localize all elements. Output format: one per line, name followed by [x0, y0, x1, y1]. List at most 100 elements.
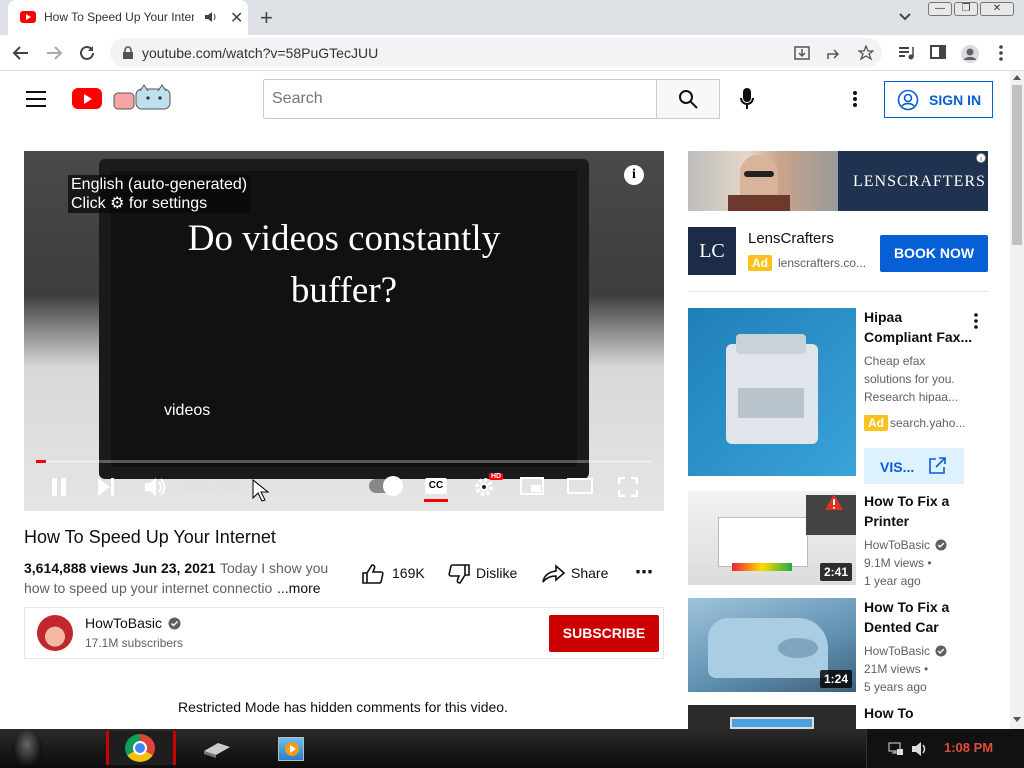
- visit-site-button[interactable]: VIS...: [864, 448, 964, 484]
- ad-banner[interactable]: LENSCRAFTERS: [688, 151, 988, 211]
- video-on-screen-text: Do videos constantly buffer?: [124, 213, 564, 317]
- duration-badge: 2:41: [819, 563, 852, 581]
- profile-avatar-icon[interactable]: [960, 44, 980, 64]
- tab-title: How To Speed Up Your Internet: [44, 10, 194, 24]
- mouse-cursor-icon: [252, 479, 270, 502]
- hamburger-menu-icon[interactable]: [26, 91, 46, 107]
- minimize-button[interactable]: —: [928, 2, 952, 16]
- youtube-favicon-icon: [20, 11, 36, 23]
- search-box[interactable]: [263, 79, 657, 119]
- close-window-button[interactable]: ✕: [980, 2, 1014, 16]
- visit-site-label: VIS...: [880, 459, 915, 475]
- subtitles-button[interactable]: CC: [425, 478, 447, 494]
- page-scrollbar[interactable]: [1010, 71, 1024, 729]
- scrollbar-thumb[interactable]: [1012, 85, 1022, 245]
- divider: [688, 291, 988, 292]
- video-text-line1: Do videos constantly: [187, 218, 501, 259]
- channel-name[interactable]: HowToBasic: [85, 615, 162, 631]
- miniplayer-icon[interactable]: [520, 477, 544, 495]
- taskbar-clock[interactable]: 1:08 PM: [944, 740, 993, 755]
- ad-url: lenscrafters.co...: [778, 256, 867, 270]
- related-views: 21M views •: [864, 662, 929, 676]
- warning-icon: [825, 494, 843, 510]
- ad-advertiser-name[interactable]: LensCrafters: [748, 230, 834, 247]
- address-bar[interactable]: youtube.com/watch?v=58PuGTecJUU: [110, 38, 882, 67]
- captions-notice-line1: English (auto-generated): [71, 176, 248, 193]
- video-text-line2: buffer?: [290, 270, 398, 311]
- start-button[interactable]: [12, 730, 42, 766]
- related-title[interactable]: How To Fix a Printer: [864, 491, 974, 531]
- promo-source: search.yaho...: [890, 416, 966, 430]
- restore-button[interactable]: ❐: [954, 2, 978, 16]
- tab-close-icon[interactable]: ✕: [230, 8, 243, 28]
- description-line1: Today I show you: [220, 560, 329, 576]
- account-circle-icon: [897, 89, 919, 111]
- ad-banner-brand: LENSCRAFTERS: [853, 173, 986, 190]
- related-title[interactable]: How To Fix a Dented Car: [864, 597, 974, 637]
- ad-badge: Ad: [748, 255, 772, 271]
- related-age: 1 year ago: [864, 574, 921, 588]
- autoplay-toggle[interactable]: [369, 476, 403, 496]
- search-input[interactable]: [272, 90, 642, 108]
- info-icon[interactable]: i: [624, 165, 644, 185]
- related-thumbnail[interactable]: [688, 705, 856, 729]
- ad-info-icon[interactable]: [976, 153, 986, 163]
- bookmark-star-icon[interactable]: [858, 45, 874, 61]
- related-thumbnail[interactable]: 1:24: [688, 598, 856, 692]
- more-actions-button[interactable]: ⋯: [635, 562, 653, 583]
- speaker-icon[interactable]: [204, 10, 218, 24]
- microphone-icon[interactable]: [740, 88, 754, 110]
- next-video-icon[interactable]: [97, 478, 115, 496]
- related-channel[interactable]: HowToBasic: [864, 642, 930, 660]
- duration-badge: 1:24: [819, 670, 852, 688]
- time-display: 0:03 / 3:11: [183, 480, 244, 495]
- related-channel[interactable]: HowToBasic: [864, 536, 930, 554]
- install-icon[interactable]: [794, 45, 810, 61]
- taskbar-chrome[interactable]: [106, 731, 176, 765]
- network-icon[interactable]: [888, 741, 904, 757]
- forward-arrow-icon[interactable]: [45, 44, 63, 62]
- progress-bar[interactable]: [36, 460, 652, 463]
- share-icon[interactable]: [826, 45, 842, 61]
- reload-icon[interactable]: [78, 44, 96, 62]
- scroll-down-icon[interactable]: [1013, 717, 1021, 723]
- back-arrow-icon[interactable]: [12, 44, 30, 62]
- volume-tray-icon[interactable]: [911, 741, 929, 757]
- ad-advertiser-logo[interactable]: LC: [688, 227, 736, 275]
- search-button[interactable]: [656, 79, 720, 119]
- share-arrow-icon: [542, 564, 566, 583]
- lock-icon: [123, 46, 133, 59]
- book-now-button[interactable]: BOOK NOW: [880, 235, 988, 272]
- related-thumbnail[interactable]: 2:41: [688, 491, 856, 585]
- browser-tab-strip: How To Speed Up Your Internet ✕ + — ❐ ✕: [0, 0, 1024, 35]
- browser-menu-icon[interactable]: [998, 44, 1004, 62]
- related-age: 5 years ago: [864, 680, 927, 694]
- theater-mode-icon[interactable]: [567, 478, 593, 494]
- settings-more-icon[interactable]: [852, 90, 858, 108]
- show-more-link[interactable]: ...more: [277, 580, 321, 596]
- media-control-icon[interactable]: [897, 44, 915, 62]
- volume-icon[interactable]: [144, 477, 166, 497]
- chevron-down-icon[interactable]: [898, 12, 912, 22]
- new-tab-button[interactable]: +: [260, 5, 273, 31]
- promo-title[interactable]: Hipaa Compliant Fax...: [864, 307, 974, 347]
- scroll-up-icon[interactable]: [1013, 74, 1021, 80]
- player-controls: 0:03 / 3:11 CC HD: [24, 471, 664, 511]
- side-panel-icon[interactable]: [930, 44, 946, 60]
- promo-description: Cheap efax solutions for you. Research h…: [864, 354, 959, 404]
- youtube-logo-icon[interactable]: [72, 88, 102, 109]
- promo-thumbnail[interactable]: [688, 308, 856, 476]
- browser-tab[interactable]: How To Speed Up Your Internet ✕: [8, 0, 248, 35]
- sign-in-button[interactable]: SIGN IN: [884, 81, 993, 118]
- fullscreen-icon[interactable]: [618, 477, 638, 497]
- media-player-icon[interactable]: [278, 737, 304, 761]
- computer-icon[interactable]: [202, 739, 232, 759]
- promo-more-icon[interactable]: [973, 312, 979, 330]
- channel-avatar[interactable]: [37, 615, 73, 651]
- related-title[interactable]: How To: [864, 703, 974, 729]
- subscriber-count: 17.1M subscribers: [85, 636, 184, 650]
- subscribe-button[interactable]: SUBSCRIBE: [549, 615, 659, 652]
- video-player[interactable]: English (auto-generated) Click ⚙ for set…: [24, 151, 664, 511]
- pause-icon[interactable]: [51, 478, 67, 496]
- cat-doodle-logo-icon[interactable]: [112, 83, 174, 111]
